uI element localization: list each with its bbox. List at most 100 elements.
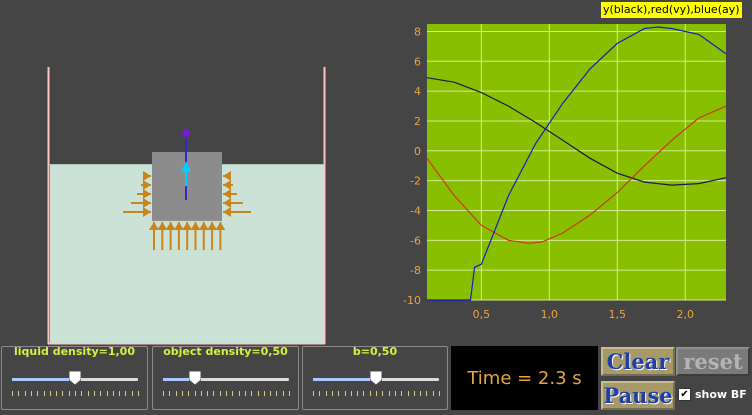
slider-tick <box>93 391 95 396</box>
b-ticks <box>313 391 440 397</box>
slider-tick <box>37 391 39 396</box>
slider-tick <box>382 391 384 396</box>
slider-tick <box>420 391 422 396</box>
y-tick-label: 6 <box>414 55 421 68</box>
y-tick-label: 0 <box>414 145 421 158</box>
liquid-density-thumb[interactable] <box>69 371 81 385</box>
slider-tick <box>251 391 253 396</box>
slider-tick <box>56 391 58 396</box>
slider-tick <box>131 391 133 396</box>
object-density-thumb[interactable] <box>188 371 201 385</box>
y-tick-label: -4 <box>410 204 421 217</box>
slider-tick <box>24 391 26 396</box>
x-tick-label: 0,5 <box>473 308 491 321</box>
slider-tick <box>338 391 340 396</box>
slider-tick <box>169 391 171 396</box>
slider-tick <box>219 391 221 396</box>
slider-tick <box>325 391 327 396</box>
liquid-density-fill <box>12 378 75 381</box>
y-tick-label: -2 <box>410 175 421 188</box>
y-tick-label: 4 <box>414 85 421 98</box>
slider-tick <box>407 391 409 396</box>
slider-tick <box>163 391 164 396</box>
slider-tick <box>344 391 346 396</box>
slider-tick <box>432 391 434 396</box>
slider-tick <box>319 391 321 396</box>
chart-title: y(black),red(vy),blue(ay) <box>601 2 742 18</box>
pause-button[interactable]: Pause <box>601 381 675 410</box>
slider-tick <box>282 391 284 396</box>
slider-tick <box>376 391 377 396</box>
slider-tick <box>68 391 70 396</box>
y-tick-label: -10 <box>403 294 421 307</box>
slider-tick <box>100 391 102 396</box>
slider-tick <box>226 391 227 396</box>
liquid-density-panel: liquid density=1,00 <box>1 345 148 410</box>
slider-tick <box>213 391 215 396</box>
liquid-density-label: liquid density=1,00 <box>14 345 135 358</box>
slider-tick <box>18 391 20 396</box>
b-fill <box>313 378 376 381</box>
slider-tick <box>12 391 13 396</box>
slider-tick <box>388 391 390 396</box>
slider-tick <box>81 391 83 396</box>
slider-tick <box>244 391 246 396</box>
slider-tick <box>331 391 333 396</box>
slider-tick <box>194 391 196 396</box>
b-label: b=0,50 <box>352 345 398 358</box>
slider-tick <box>175 391 177 396</box>
slider-tick <box>270 391 272 396</box>
y-tick-label: 8 <box>414 25 421 38</box>
slider-tick <box>181 391 183 396</box>
x-tick-label: 1,5 <box>609 308 627 321</box>
slider-tick <box>238 391 240 396</box>
slider-tick <box>369 391 371 396</box>
x-tick-label: 2,0 <box>676 308 694 321</box>
slider-tick <box>43 391 45 396</box>
slider-tick <box>401 391 403 396</box>
slider-tick <box>62 391 64 396</box>
slider-tick <box>394 391 396 396</box>
clear-button[interactable]: Clear <box>601 347 675 376</box>
liquid-density-slider[interactable] <box>12 371 138 385</box>
slider-tick <box>413 391 415 396</box>
time-display: Time = 2.3 s <box>451 346 598 410</box>
slider-tick <box>30 391 32 396</box>
slider-tick <box>119 391 121 396</box>
show-bf-checkbox[interactable]: ✔ <box>678 388 691 401</box>
slider-tick <box>106 391 108 396</box>
b-slider[interactable] <box>313 371 439 385</box>
plot-area <box>427 24 726 300</box>
y-tick-label: -8 <box>410 264 421 277</box>
slider-tick <box>439 391 440 396</box>
object-density-panel: object density=0,50 <box>152 345 299 410</box>
object-density-ticks <box>163 391 290 397</box>
slider-tick <box>357 391 359 396</box>
object-density-label: object density=0,50 <box>163 345 288 358</box>
slider-tick <box>75 391 76 396</box>
slider-tick <box>112 391 114 396</box>
slider-tick <box>426 391 428 396</box>
slider-tick <box>263 391 265 396</box>
slider-tick <box>87 391 89 396</box>
slider-tick <box>138 391 139 396</box>
slider-tick <box>188 391 190 396</box>
slider-tick <box>363 391 365 396</box>
slider-tick <box>232 391 234 396</box>
show-bf-toggle[interactable]: ✔ show BF <box>678 388 747 401</box>
slider-tick <box>200 391 202 396</box>
slider-tick <box>313 391 314 396</box>
b-thumb[interactable] <box>370 371 382 385</box>
slider-tick <box>289 391 290 396</box>
slider-tick <box>350 391 352 396</box>
slider-tick <box>49 391 51 396</box>
slider-tick <box>207 391 209 396</box>
b-panel: b=0,50 <box>302 345 448 410</box>
object-density-slider[interactable] <box>163 371 289 385</box>
y-tick-label: -6 <box>410 234 421 247</box>
show-bf-label: show BF <box>695 388 747 401</box>
slider-tick <box>125 391 127 396</box>
liquid-density-ticks <box>12 391 139 397</box>
y-tick-label: 2 <box>414 115 421 128</box>
reset-button[interactable]: reset <box>676 347 750 376</box>
